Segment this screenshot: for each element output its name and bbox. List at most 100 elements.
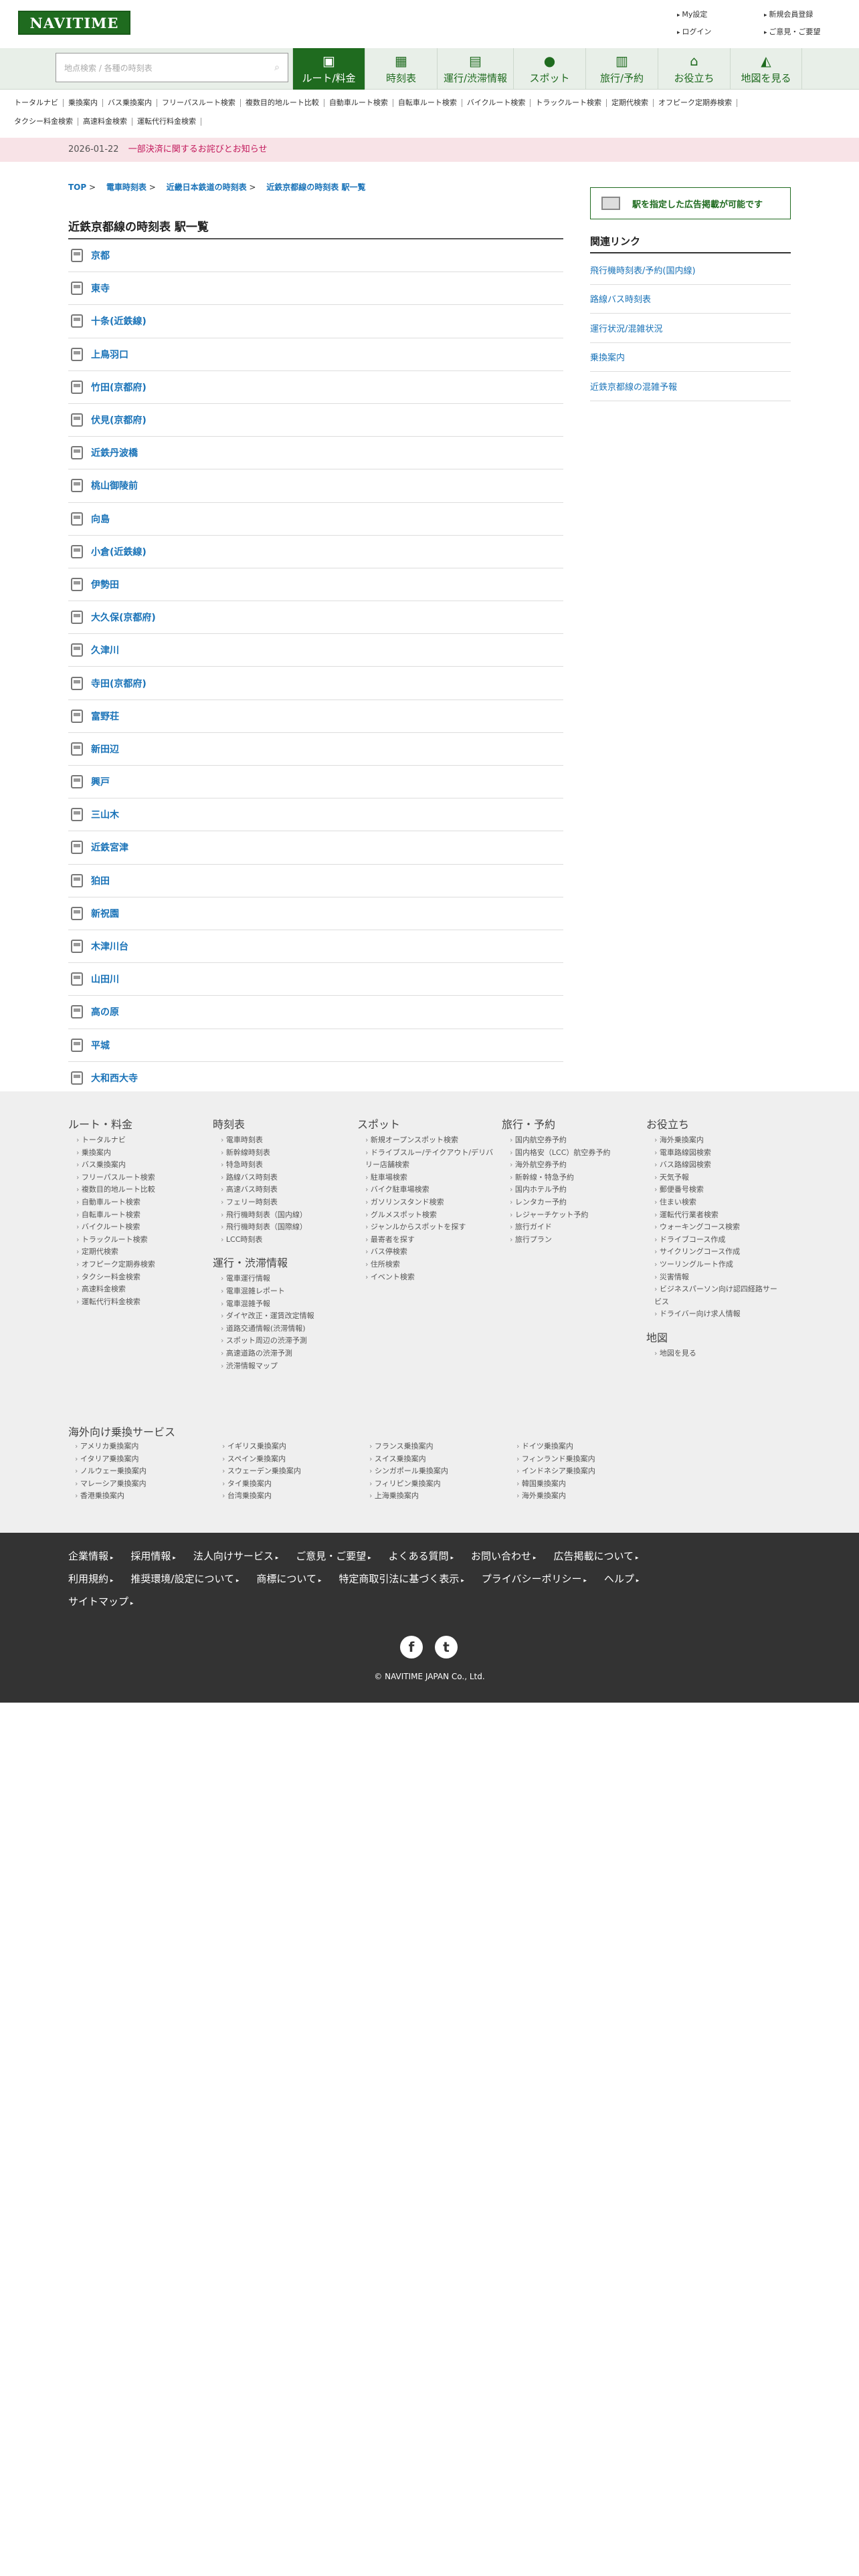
footer-link[interactable]: ビジネスパーソン向け認四経路サービス [646,1283,783,1308]
station-link[interactable]: 伊勢田 [91,578,119,591]
station-link[interactable]: 新祝園 [91,907,119,920]
footer-link[interactable]: LCC時刻表 [213,1234,350,1247]
station-row[interactable]: 久津川 [68,634,563,667]
overseas-link[interactable]: アメリカ乗換案内 [75,1440,222,1453]
overseas-link[interactable]: 海外乗換案内 [516,1490,664,1503]
footer-link[interactable]: 高速バス時刻表 [213,1184,350,1196]
footer-link[interactable]: 路線バス時刻表 [213,1172,350,1184]
footer-link[interactable]: レジャーチケット予約 [502,1209,639,1222]
subnav-item[interactable]: 定期代検索 [607,99,654,107]
login-link[interactable]: ログイン [677,26,764,37]
station-row[interactable]: 新祝園 [68,897,563,930]
station-row[interactable]: 近鉄丹波橋 [68,437,563,470]
station-link[interactable]: 桃山御陵前 [91,479,138,492]
related-link[interactable]: 路線バス時刻表 [590,285,791,314]
footer-link[interactable]: 新幹線・特急予約 [502,1172,639,1184]
station-link[interactable]: 大久保(京都府) [91,611,156,624]
subnav-item[interactable]: トータルナビ [9,99,64,107]
nav-spot[interactable]: ● スポット [513,48,585,90]
related-link[interactable]: 乗換案内 [590,343,791,372]
subnav-item[interactable]: バイクルート検索 [462,99,531,107]
footer-link[interactable]: 地図を見る [646,1348,783,1360]
footer-bottom-link[interactable]: ご意見・ご要望 [296,1546,371,1569]
overseas-link[interactable]: イギリス乗換案内 [222,1440,369,1453]
subnav-item[interactable]: 複数目的地ルート比較 [241,99,324,107]
footer-bottom-link[interactable]: サイトマップ [68,1592,133,1614]
footer-link[interactable]: グルメスポット検索 [357,1209,494,1222]
notice-link[interactable]: 一部決済に関するお詫びとお知らせ [128,144,268,154]
station-row[interactable]: 平城 [68,1029,563,1062]
station-row[interactable]: 桃山御陵前 [68,469,563,503]
footer-link[interactable]: 住まい検索 [646,1196,783,1209]
footer-link[interactable]: スポット周辺の渋滞予測 [213,1335,350,1348]
overseas-link[interactable]: 韓国乗換案内 [516,1478,664,1491]
station-row[interactable]: 東寺 [68,272,563,306]
footer-link[interactable]: 国内航空券予約 [502,1134,639,1147]
nav-traffic-info[interactable]: ▤ 運行/渋滞情報 [437,48,513,90]
station-link[interactable]: 京都 [91,249,110,262]
station-link[interactable]: 興戸 [91,775,110,788]
footer-link[interactable]: レンタカー予約 [502,1196,639,1209]
footer-link[interactable]: トラックルート検索 [68,1234,205,1247]
station-row[interactable]: 竹田(京都府) [68,371,563,404]
station-row[interactable]: 伊勢田 [68,568,563,602]
station-row[interactable]: 近鉄宮津 [68,831,563,865]
footer-link[interactable]: 電車時刻表 [213,1134,350,1147]
subnav-item[interactable]: 乗換案内 [64,99,103,107]
footer-link[interactable]: ツーリングルート作成 [646,1259,783,1271]
station-row[interactable]: 興戸 [68,766,563,799]
breadcrumb-train-timetable[interactable]: 電車時刻表 [106,183,147,192]
overseas-link[interactable]: 香港乗換案内 [75,1490,222,1503]
footer-link[interactable]: 運転代行料金検索 [68,1296,205,1309]
footer-link[interactable]: 自転車ルート検索 [68,1209,205,1222]
footer-link[interactable]: ドライバー向け求人情報 [646,1308,783,1321]
footer-link[interactable]: 天気予報 [646,1172,783,1184]
overseas-link[interactable]: フランス乗換案内 [369,1440,516,1453]
station-link[interactable]: 十条(近鉄線) [91,314,147,328]
station-link[interactable]: 久津川 [91,643,119,657]
breadcrumb-kintetsu[interactable]: 近畿日本鉄道の時刻表 [167,183,247,192]
subnav-item[interactable]: フリーパスルート検索 [157,99,241,107]
station-row[interactable]: 伏見(京都府) [68,404,563,437]
station-row[interactable]: 寺田(京都府) [68,667,563,700]
overseas-link[interactable]: インドネシア乗換案内 [516,1465,664,1478]
footer-link[interactable]: ガソリンスタンド検索 [357,1196,494,1209]
footer-link[interactable]: 旅行ガイド [502,1221,639,1234]
overseas-link[interactable]: タイ乗換案内 [222,1478,369,1491]
footer-bottom-link[interactable]: 特定商取引法に基づく表示 [339,1569,464,1592]
nav-route-fare[interactable]: ▣ ルート/料金 [292,48,365,90]
station-row[interactable]: 大和西大寺 [68,1062,563,1095]
station-link[interactable]: 高の原 [91,1005,119,1018]
nav-timetable[interactable]: ▦ 時刻表 [365,48,437,90]
footer-bottom-link[interactable]: 企業情報 [68,1546,113,1569]
overseas-link[interactable]: マレーシア乗換案内 [75,1478,222,1491]
station-link[interactable]: 三山木 [91,808,119,821]
station-row[interactable]: 上鳥羽口 [68,338,563,371]
footer-bottom-link[interactable]: 商標について [256,1569,321,1592]
station-link[interactable]: 寺田(京都府) [91,677,147,690]
footer-link[interactable]: 最寄者を探す [357,1234,494,1247]
footer-link[interactable]: バイク駐車場検索 [357,1184,494,1196]
footer-link[interactable]: イベント検索 [357,1271,494,1284]
station-link[interactable]: 山田川 [91,972,119,986]
footer-link[interactable]: 渋滞情報マップ [213,1360,350,1373]
footer-link[interactable]: 住所検索 [357,1259,494,1271]
nav-travel[interactable]: ▥ 旅行/予約 [585,48,658,90]
footer-link[interactable]: 国内ホテル予約 [502,1184,639,1196]
overseas-link[interactable]: スペイン乗換案内 [222,1453,369,1466]
footer-link[interactable]: 電車混雑予報 [213,1298,350,1311]
footer-link[interactable]: 飛行機時刻表（国際線） [213,1221,350,1234]
nav-map[interactable]: ◭ 地図を見る [730,48,802,90]
footer-link[interactable]: 高速道路の渋滞予測 [213,1348,350,1360]
footer-link[interactable]: バイクルート検索 [68,1221,205,1234]
station-link[interactable]: 近鉄丹波橋 [91,446,138,459]
overseas-link[interactable]: シンガポール乗換案内 [369,1465,516,1478]
footer-link[interactable]: 高速料金検索 [68,1283,205,1296]
subnav-item[interactable]: トラックルート検索 [531,99,607,107]
footer-link[interactable]: 新規オープンスポット検索 [357,1134,494,1147]
footer-link[interactable]: 国内格安（LCC）航空券予約 [502,1147,639,1160]
station-row[interactable]: 高の原 [68,996,563,1029]
search-icon[interactable]: ⌕ [274,62,280,73]
station-row[interactable]: 三山木 [68,798,563,832]
footer-link[interactable]: 乗換案内 [68,1147,205,1160]
